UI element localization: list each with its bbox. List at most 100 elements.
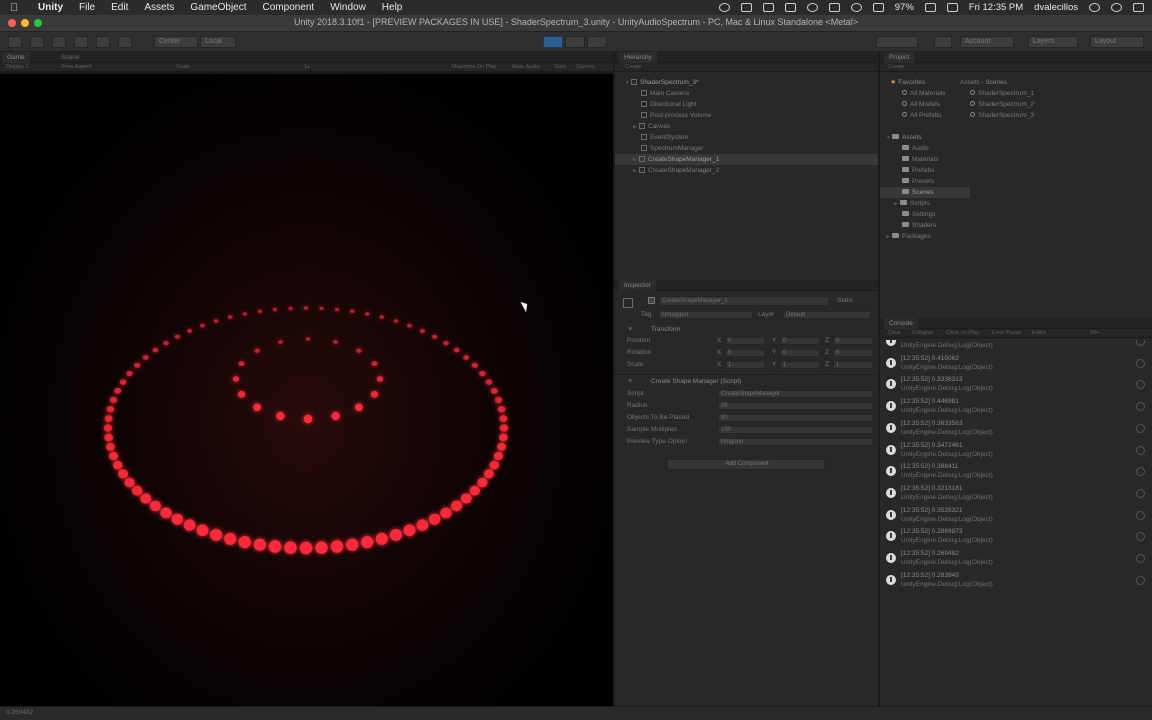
- console-log-entry[interactable]: [12:35:52] 0.3338313 UnityEngine.Debug:Lo…: [880, 374, 1152, 396]
- project-create-dropdown[interactable]: Create: [888, 64, 905, 70]
- script-expand-icon[interactable]: ▼: [627, 378, 633, 385]
- clock-icon[interactable]: [806, 3, 818, 12]
- tab-inspector[interactable]: Inspector: [619, 280, 656, 291]
- display-icon[interactable]: [740, 3, 752, 12]
- spotlight-icon[interactable]: [1089, 3, 1100, 12]
- tab-hierarchy[interactable]: Hierarchy: [619, 52, 657, 63]
- rotation-y-field[interactable]: 0: [780, 349, 820, 357]
- bluetooth-icon[interactable]: [828, 3, 840, 12]
- scene-asset-3[interactable]: ShaderSpectrum_3: [970, 110, 1150, 121]
- display-dropdown[interactable]: Display 1: [6, 64, 29, 70]
- folder-audio[interactable]: Audio: [880, 143, 970, 154]
- menu-assets[interactable]: Assets: [144, 2, 174, 13]
- step-button[interactable]: [587, 36, 607, 48]
- favorite-all-materials[interactable]: All Materials: [880, 88, 970, 99]
- layer-dropdown[interactable]: Default: [783, 311, 871, 319]
- menu-component[interactable]: Component: [263, 2, 315, 13]
- hierarchy-item-createshapemanager-1[interactable]: ▶ CreateShapeManager_1: [615, 154, 878, 165]
- hierarchy-item-eventsystem[interactable]: EventSystem: [615, 132, 878, 143]
- console-log-entry[interactable]: [12:35:52] 0.2869873 UnityEngine.Debug:Lo…: [880, 526, 1152, 548]
- active-checkbox[interactable]: [648, 297, 655, 304]
- menu-window[interactable]: Window: [330, 2, 366, 13]
- favorites-header[interactable]: ★ Favorites: [880, 77, 970, 88]
- account-dropdown[interactable]: Account: [960, 36, 1014, 48]
- folder-presets[interactable]: Presets: [880, 176, 970, 187]
- scene-root-row[interactable]: ▼ ShaderSpectrum_3*: [615, 77, 878, 88]
- battery-icon[interactable]: [924, 3, 936, 12]
- mute-audio-toggle[interactable]: Mute Audio: [512, 64, 540, 70]
- hierarchy-item-directional-light[interactable]: Directional Light: [615, 99, 878, 110]
- scene-asset-1[interactable]: ShaderSpectrum_1: [970, 88, 1150, 99]
- tab-scene[interactable]: Scene: [56, 52, 84, 63]
- console-log-entry[interactable]: [12:35:52] 0.446981 UnityEngine.Debug:Log…: [880, 396, 1152, 418]
- console-collapse-toggle[interactable]: Collapse: [912, 330, 933, 336]
- folder-prefabs[interactable]: Prefabs: [880, 165, 970, 176]
- console-log-list[interactable]: UnityEngine.Debug:Log(Object) [12:35:52] …: [880, 340, 1152, 700]
- add-component-button[interactable]: Add Component: [667, 459, 825, 470]
- hierarchy-item-createshapemanager-2[interactable]: ▶ CreateShapeManager_2: [615, 165, 878, 176]
- packages-root[interactable]: ▶ Packages: [880, 231, 970, 242]
- position-y-field[interactable]: 0: [780, 337, 820, 345]
- scale-x-field[interactable]: 1: [725, 361, 765, 369]
- tab-console[interactable]: Console: [884, 318, 918, 329]
- sample-multiplier-field[interactable]: 150: [718, 426, 873, 434]
- console-log-entry[interactable]: [12:35:52] 0.3213181 UnityEngine.Debug:Lo…: [880, 483, 1152, 505]
- folder-settings[interactable]: Settings: [880, 209, 970, 220]
- maximize-on-play-toggle[interactable]: Maximize On Play: [452, 64, 496, 70]
- console-log-entry[interactable]: [12:35:52] 0.3528321 UnityEngine.Debug:Lo…: [880, 505, 1152, 527]
- position-z-field[interactable]: 0: [833, 337, 873, 345]
- rotate-tool-button[interactable]: [52, 36, 66, 48]
- pivot-local-toggle[interactable]: Local: [200, 36, 236, 48]
- rect-tool-button[interactable]: [96, 36, 110, 48]
- game-viewport[interactable]: [0, 74, 613, 706]
- menu-gameobject[interactable]: GameObject: [190, 2, 246, 13]
- menubar-clock[interactable]: Fri 12:35 PM: [969, 2, 1023, 13]
- folder-shaders[interactable]: Shaders: [880, 220, 970, 231]
- console-log-entry[interactable]: [12:35:52] 0.269482 UnityEngine.Debug:Log…: [880, 548, 1152, 570]
- script-reference-field[interactable]: CreateShapeManager: [718, 390, 873, 398]
- pivot-center-toggle[interactable]: Center: [154, 36, 198, 48]
- preview-type-dropdown[interactable]: Ninguno: [718, 438, 873, 446]
- folder-materials[interactable]: Materials: [880, 154, 970, 165]
- scale-z-field[interactable]: 1: [833, 361, 873, 369]
- hierarchy-item-post-process-volume[interactable]: Post-process Volume: [615, 110, 878, 121]
- volume-icon[interactable]: [872, 3, 884, 12]
- scale-y-field[interactable]: 1: [780, 361, 820, 369]
- gizmos-dropdown[interactable]: Gizmos: [576, 64, 595, 70]
- position-x-field[interactable]: 0: [725, 337, 765, 345]
- siri-icon[interactable]: [1111, 3, 1122, 12]
- cloud-icon[interactable]: [934, 36, 952, 48]
- rotation-x-field[interactable]: 0: [725, 349, 765, 357]
- static-toggle[interactable]: Static: [837, 297, 853, 304]
- folder-scripts[interactable]: ▶ Scripts: [880, 198, 970, 209]
- status-message[interactable]: 0.269482: [6, 709, 33, 716]
- radius-field[interactable]: 25: [718, 402, 873, 410]
- play-button[interactable]: [543, 36, 563, 48]
- menubar-user[interactable]: dvalecillos: [1034, 2, 1078, 13]
- scene-asset-2[interactable]: ShaderSpectrum_2: [970, 99, 1150, 110]
- console-error-pause-toggle[interactable]: Error Pause: [992, 330, 1021, 336]
- console-log-entry[interactable]: [12:35:52] 0.283949 UnityEngine.Debug:Log…: [880, 570, 1152, 592]
- hierarchy-create-dropdown[interactable]: Create: [625, 64, 642, 70]
- hierarchy-item-canvas[interactable]: ▶ Canvas: [615, 121, 878, 132]
- console-clear-on-play-toggle[interactable]: Clear on Play: [946, 330, 979, 336]
- tag-dropdown[interactable]: Untagged: [659, 311, 753, 319]
- console-log-entry[interactable]: [12:35:52] 0.415062 UnityEngine.Debug:Log…: [880, 353, 1152, 375]
- menu-edit[interactable]: Edit: [111, 2, 128, 13]
- console-info-count[interactable]: 99+: [1090, 330, 1099, 336]
- notification-center-icon[interactable]: [1133, 3, 1144, 12]
- assets-root[interactable]: ▼ Assets: [880, 132, 970, 143]
- flag-icon[interactable]: [946, 3, 958, 12]
- folder-scenes[interactable]: Scenes: [880, 187, 970, 198]
- scale-tool-button[interactable]: [74, 36, 88, 48]
- aspect-dropdown[interactable]: Free Aspect: [62, 64, 91, 70]
- layout-dropdown[interactable]: Layout: [1090, 36, 1144, 48]
- hand-tool-button[interactable]: [8, 36, 22, 48]
- dropbox-icon[interactable]: [784, 3, 796, 12]
- objects-field[interactable]: 80: [718, 414, 873, 422]
- breadcrumb-assets[interactable]: Assets: [960, 79, 980, 86]
- window-icon[interactable]: [762, 3, 774, 12]
- scale-value[interactable]: 1x: [304, 64, 310, 70]
- move-tool-button[interactable]: [30, 36, 44, 48]
- layers-dropdown[interactable]: Layers: [1028, 36, 1078, 48]
